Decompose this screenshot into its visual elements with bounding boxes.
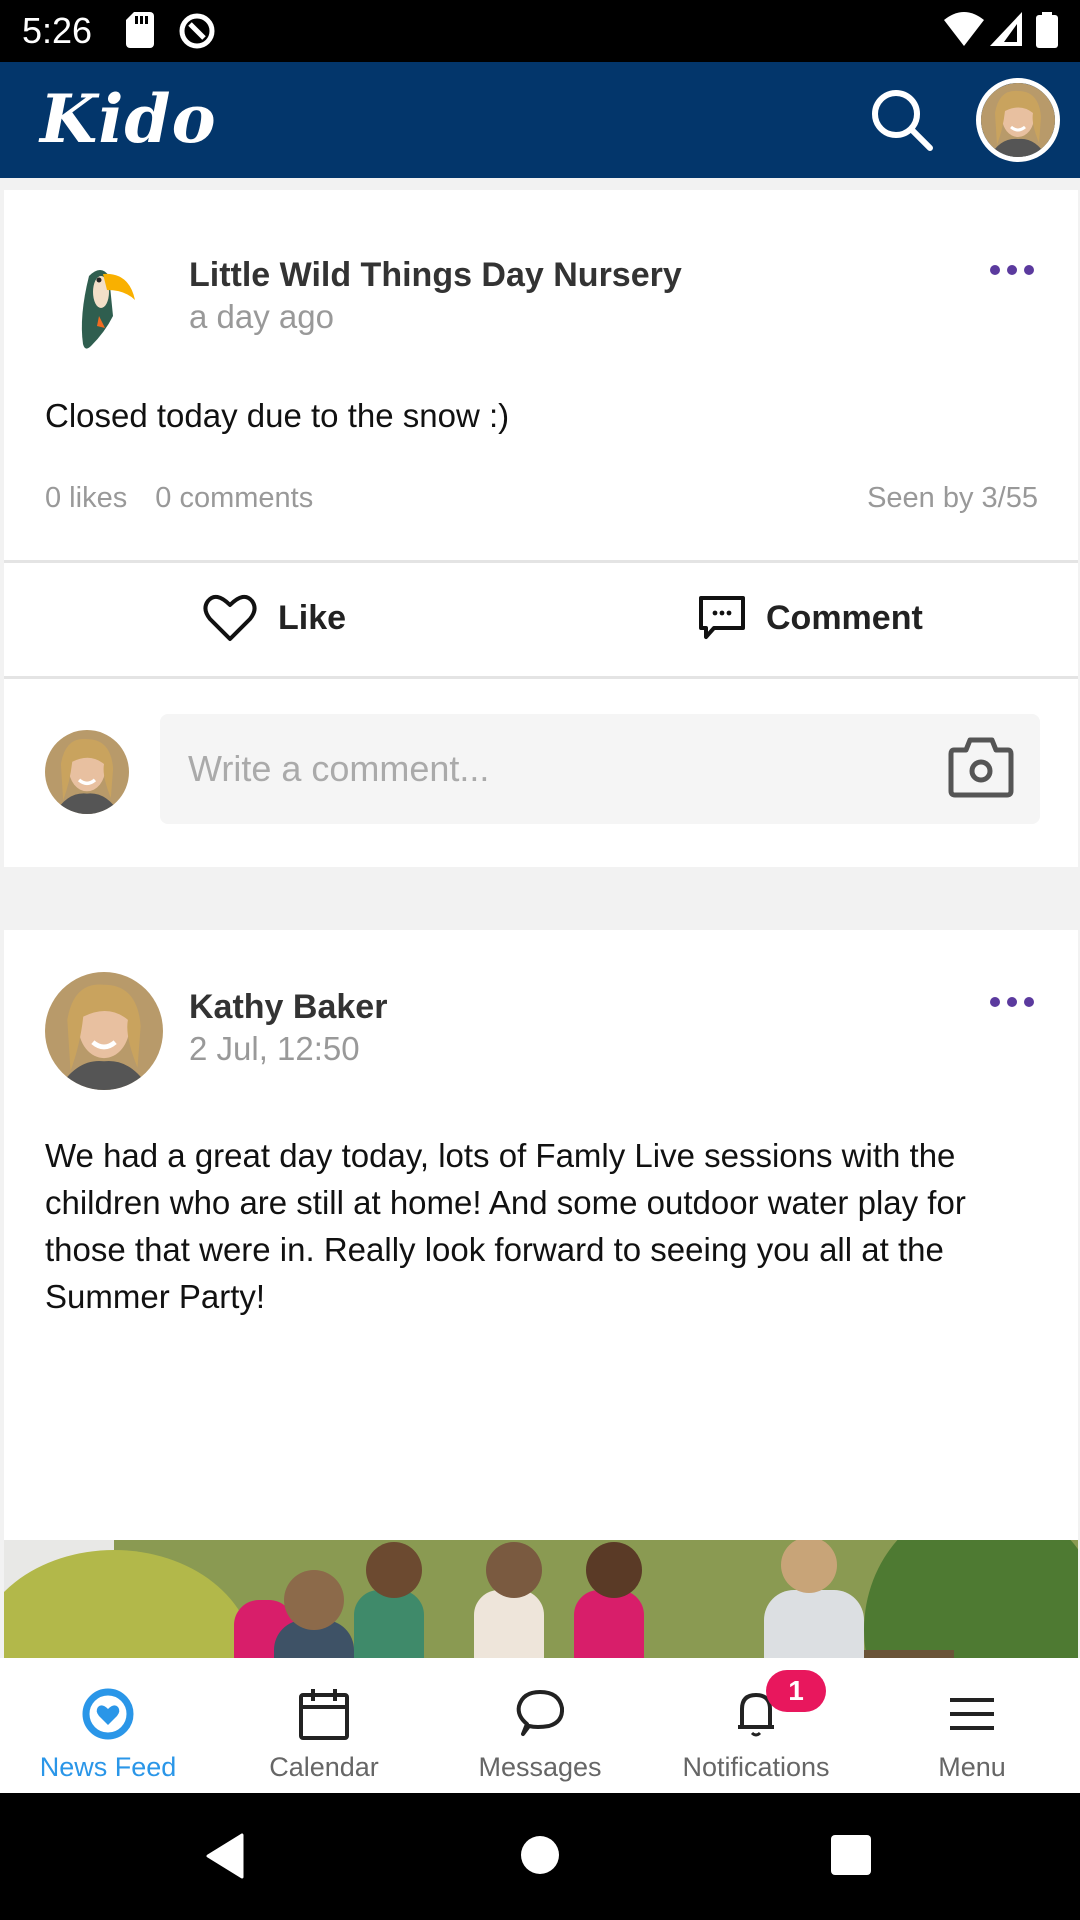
like-button[interactable]: Like (202, 562, 346, 674)
post-time: 2 Jul, 12:50 (189, 1030, 360, 1067)
avatar-photo (981, 83, 1055, 157)
cell-signal-icon (990, 12, 1022, 46)
system-nav-bar (0, 1793, 1080, 1920)
nav-label: Notifications (682, 1752, 830, 1782)
nav-label: Calendar (269, 1752, 379, 1782)
avatar-photo (45, 730, 129, 814)
more-dot-icon (1024, 997, 1034, 1007)
more-dot-icon (1007, 997, 1017, 1007)
more-dot-icon (990, 997, 1000, 1007)
nav-menu[interactable]: Menu (864, 1658, 1080, 1793)
profile-avatar-button[interactable] (976, 78, 1060, 162)
more-dot-icon (990, 265, 1000, 275)
more-dot-icon (1024, 265, 1034, 275)
seen-by[interactable]: Seen by 3/55 (867, 482, 1038, 515)
avatar-photo (45, 972, 163, 1090)
children-water-play-photo (4, 1540, 1078, 1658)
back-icon[interactable] (204, 1833, 244, 1879)
like-label: Like (278, 598, 347, 637)
post-author[interactable]: Little Wild Things Day Nursery (189, 256, 682, 295)
post-options-button[interactable] (990, 260, 1034, 280)
search-icon (872, 90, 933, 151)
comments-count[interactable]: 0 comments (155, 482, 313, 514)
attach-photo-button[interactable] (948, 736, 1014, 798)
news-feed-icon (82, 1688, 134, 1740)
status-time: 5:26 (22, 10, 93, 51)
nav-label: Menu (938, 1752, 1006, 1782)
nav-news-feed[interactable]: News Feed (0, 1658, 216, 1793)
comment-label: Comment (766, 598, 923, 637)
hamburger-icon (950, 1698, 994, 1730)
data-saver-icon (179, 13, 215, 49)
post-time: a day ago (189, 298, 334, 335)
post-card: Little Wild Things Day Nursery a day ago… (4, 190, 1078, 867)
post-stats: 0 likes 0 comments Seen by 3/55 (45, 482, 1038, 515)
nav-calendar[interactable]: Calendar (216, 1658, 432, 1793)
likes-count[interactable]: 0 likes (45, 482, 127, 514)
post-author[interactable]: Kathy Baker (189, 988, 387, 1027)
author-avatar[interactable] (45, 972, 163, 1090)
post-text: We had a great day today, lots of Famly … (45, 1137, 966, 1315)
home-icon[interactable] (520, 1835, 560, 1875)
kido-logo: Kido (40, 80, 217, 158)
comment-icon (699, 596, 745, 639)
post-card: Kathy Baker 2 Jul, 12:50 We had a great … (4, 930, 1078, 1658)
my-avatar (45, 730, 129, 814)
comment-input[interactable] (160, 714, 1040, 824)
nav-messages[interactable]: Messages (432, 1658, 648, 1793)
notification-badge: 1 (766, 1670, 826, 1712)
search-button[interactable] (866, 84, 938, 156)
post-options-button[interactable] (990, 992, 1034, 1012)
sd-card-icon (126, 12, 154, 48)
nursery-logo-avatar (45, 246, 163, 364)
post-text: Closed today due to the snow :) (45, 397, 510, 434)
wifi-icon (944, 12, 984, 46)
app-header: Kido (0, 62, 1080, 178)
news-feed[interactable]: Little Wild Things Day Nursery a day ago… (0, 178, 1080, 1658)
nav-label: Messages (478, 1752, 602, 1782)
more-dot-icon (1007, 265, 1017, 275)
calendar-icon (299, 1689, 349, 1740)
recents-icon[interactable] (830, 1835, 872, 1875)
nav-notifications[interactable]: 1 Notifications (648, 1658, 864, 1793)
camera-icon (948, 737, 1014, 798)
battery-icon (1036, 12, 1058, 48)
divider (4, 676, 1078, 679)
chat-bubble-icon (516, 1690, 565, 1736)
status-bar: 5:26 (0, 0, 1080, 62)
bottom-nav: News Feed Calendar Messages 1 Notificati… (0, 1658, 1080, 1793)
post-photo[interactable] (4, 1540, 1078, 1658)
heart-icon (203, 594, 257, 641)
comment-button[interactable]: Comment (698, 562, 923, 674)
nav-label: News Feed (39, 1752, 177, 1782)
toucan-icon (45, 246, 163, 364)
